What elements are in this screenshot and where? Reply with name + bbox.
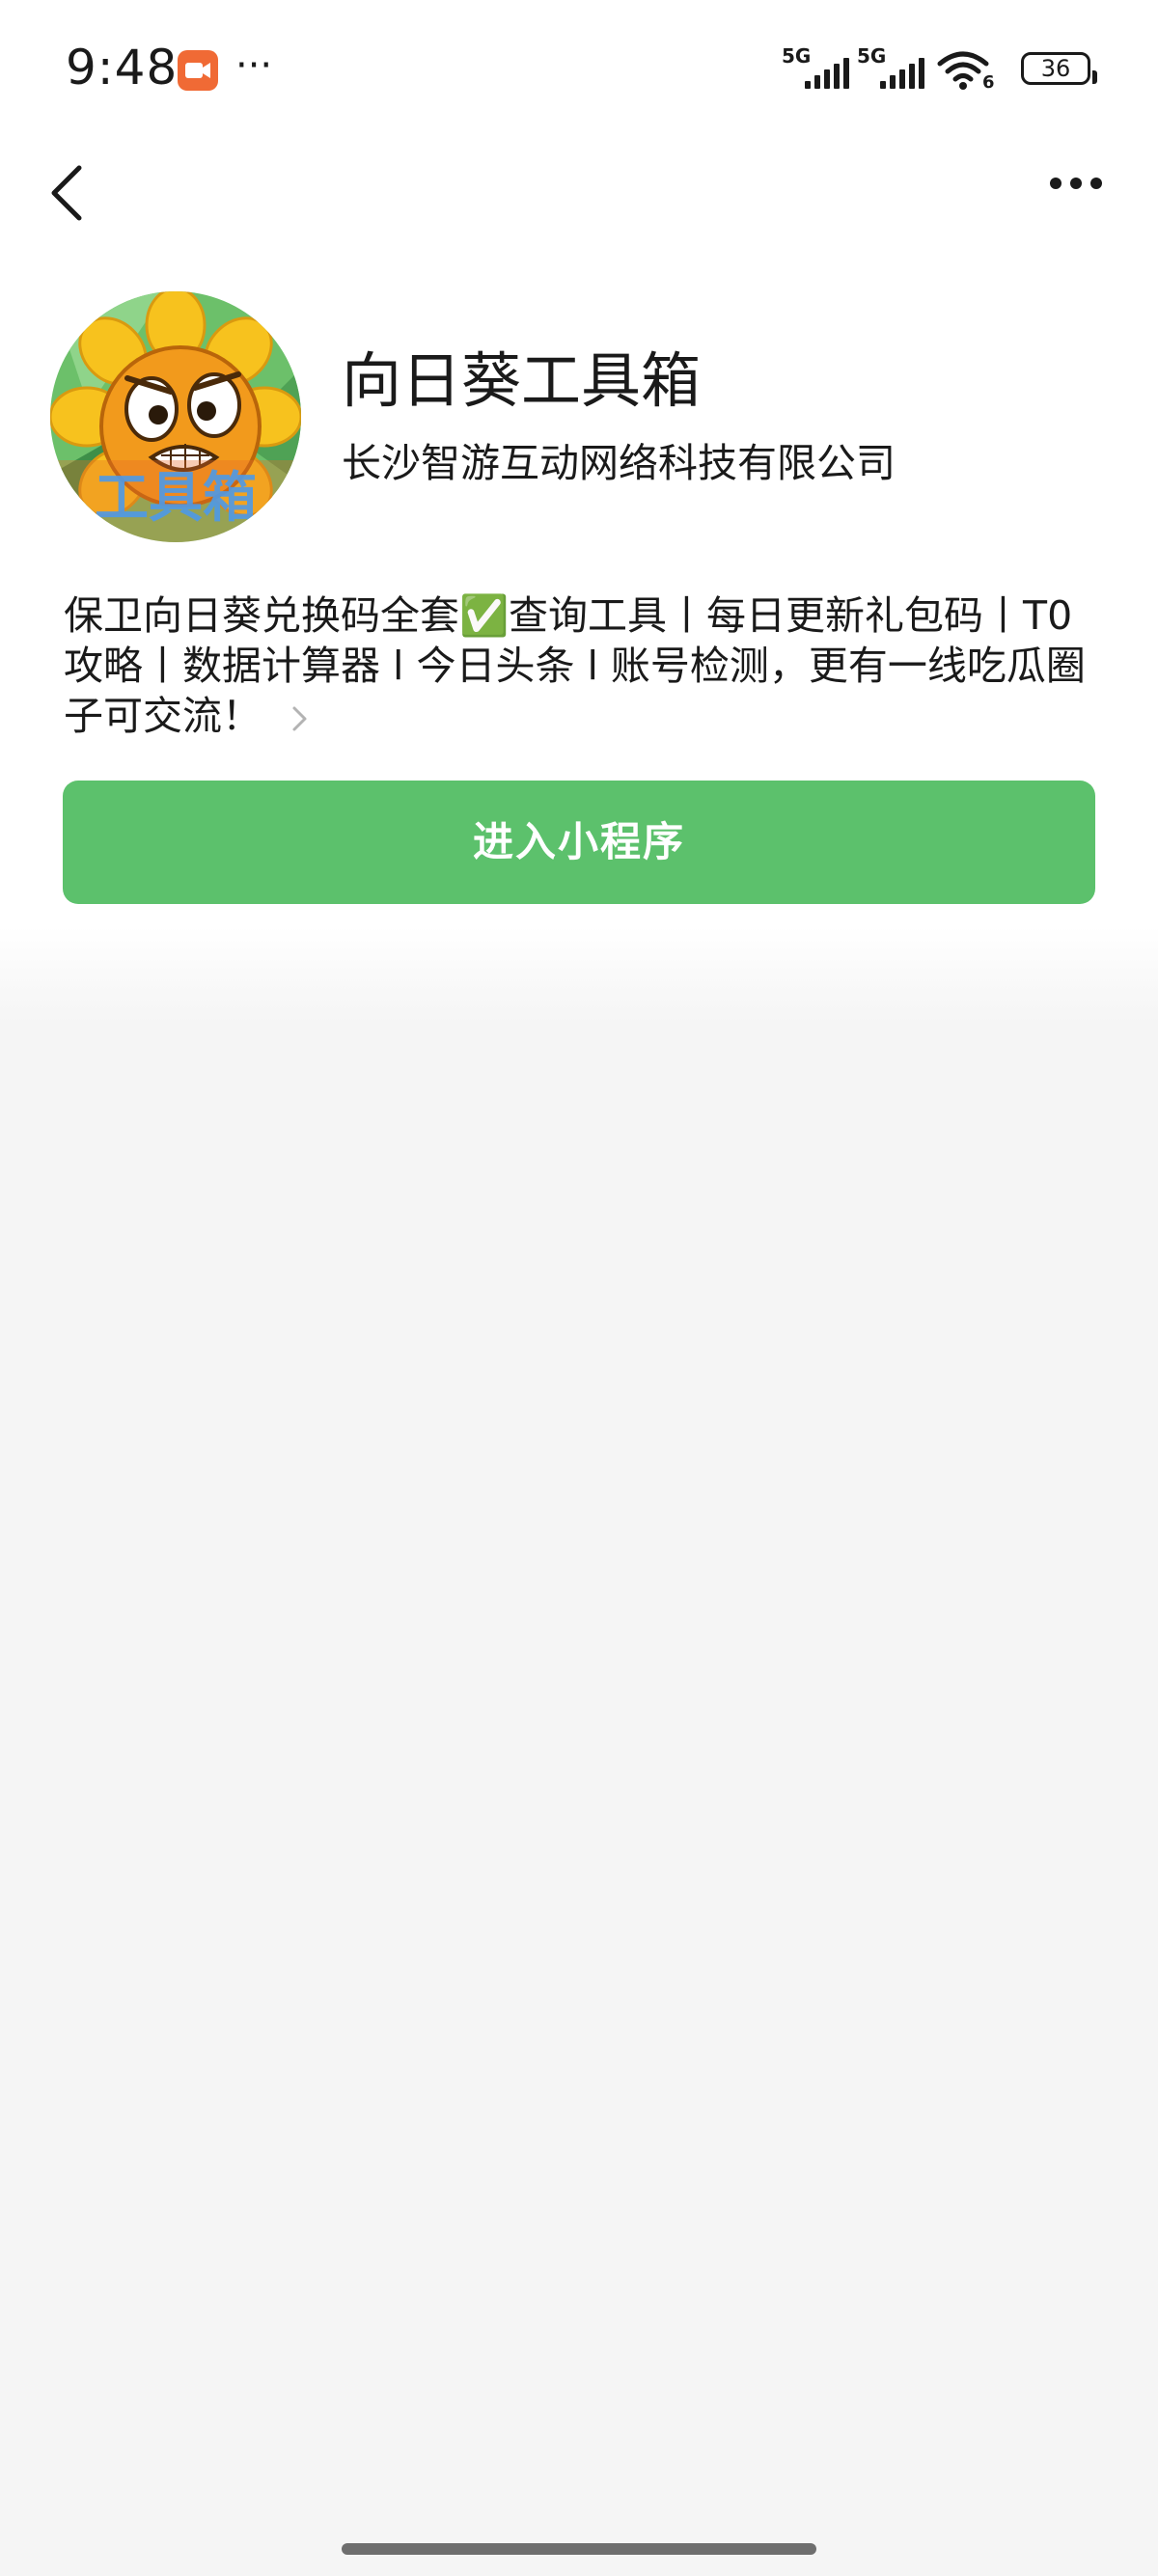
- wifi-6-badge: 6: [982, 72, 995, 93]
- description-text: 保卫向日葵兑换码全套✅查询工具丨每日更新礼包码丨T0攻略丨数据计算器 l 今日头…: [64, 592, 1086, 739]
- avatar: 工具箱: [50, 291, 301, 542]
- status-time: 9:48: [66, 40, 179, 96]
- cellular-signal-icon: 5G: [857, 44, 930, 93]
- status-bar: 9:48 ··· 5G 5G 6 36: [0, 0, 1158, 135]
- battery-icon: 36: [1021, 52, 1097, 85]
- cellular-signal-icon: 5G: [782, 44, 855, 93]
- company-name[interactable]: 长沙智游互动网络科技有限公司: [342, 436, 896, 490]
- home-indicator[interactable]: [342, 2543, 816, 2555]
- description[interactable]: 保卫向日葵兑换码全套✅查询工具丨每日更新礼包码丨T0攻略丨数据计算器 l 今日头…: [64, 590, 1106, 741]
- chevron-left-icon: [51, 165, 82, 221]
- video-app-icon: [178, 50, 218, 91]
- battery-level: 36: [1040, 55, 1071, 82]
- enter-mini-program-button[interactable]: 进入小程序: [63, 781, 1095, 904]
- signal-5g-label: 5G: [857, 44, 887, 68]
- wifi-icon: 6: [936, 48, 998, 93]
- status-indicators: 5G 5G 6 36: [782, 44, 1097, 93]
- more-horizontal-icon: [1050, 178, 1062, 189]
- mini-program-name: 向日葵工具箱: [342, 345, 702, 416]
- signal-5g-label: 5G: [782, 44, 812, 68]
- notification-overflow-icon: ···: [235, 43, 273, 88]
- avatar-caption: 工具箱: [95, 467, 257, 530]
- chevron-right-icon: [292, 706, 307, 731]
- more-options-button[interactable]: [1042, 164, 1110, 203]
- back-button[interactable]: [39, 154, 96, 232]
